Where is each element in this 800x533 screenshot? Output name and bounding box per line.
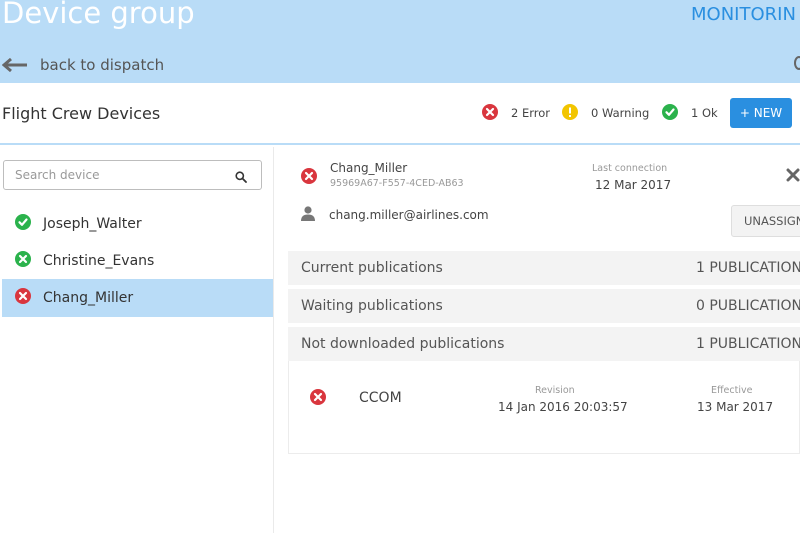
- not-downloaded-publications-row[interactable]: Not downloaded publications 1 PUBLICATIO…: [288, 327, 800, 361]
- waiting-publications-label: Waiting publications: [301, 298, 443, 314]
- device-list-item[interactable]: Joseph_Walter: [2, 205, 273, 243]
- current-publications-count: 1 PUBLICATION: [696, 260, 800, 276]
- page-title: Device group: [2, 0, 195, 30]
- device-id: 95969A67-F557-4CED-AB63: [330, 178, 464, 189]
- error-icon: [15, 288, 31, 308]
- back-link-label: back to dispatch: [40, 56, 165, 74]
- publication-name: CCOM: [359, 390, 402, 406]
- waiting-publications-count: 0 PUBLICATION: [696, 298, 800, 314]
- error-icon: [301, 168, 317, 188]
- last-connection-date: 12 Mar 2017: [595, 178, 672, 192]
- device-name: Joseph_Walter: [43, 216, 142, 232]
- error-icon: [482, 103, 498, 123]
- error-icon: [310, 389, 326, 409]
- not-downloaded-publications-count: 1 PUBLICATION: [696, 336, 800, 352]
- last-connection-label: Last connection: [592, 163, 668, 174]
- group-toolbar: Flight Crew Devices 2 Error 0 Warning 1 …: [0, 83, 800, 145]
- device-sidebar: Joseph_Walter Christine_Evans Chang_Mill…: [0, 147, 274, 533]
- device-detail-name: Chang_Miller: [330, 161, 408, 175]
- warning-count: 0 Warning: [562, 103, 650, 123]
- effective-label: Effective: [711, 385, 753, 396]
- current-publications-label: Current publications: [301, 260, 443, 276]
- device-name: Chang_Miller: [43, 290, 134, 306]
- new-button[interactable]: + NEW: [730, 98, 792, 128]
- back-to-dispatch-link[interactable]: back to dispatch: [2, 55, 164, 75]
- cut-off-icon[interactable]: [794, 56, 800, 70]
- device-email: chang.miller@airlines.com: [329, 208, 489, 222]
- group-name: Flight Crew Devices: [2, 104, 161, 123]
- check-icon: [15, 214, 31, 234]
- user-icon: [301, 206, 315, 225]
- revision-label: Revision: [535, 385, 575, 396]
- search-box: [3, 160, 262, 190]
- not-downloaded-publications-label: Not downloaded publications: [301, 336, 505, 352]
- current-publications-row[interactable]: Current publications 1 PUBLICATION: [288, 251, 800, 285]
- ok-count-label: 1 Ok: [691, 106, 718, 120]
- app-header: Device group MONITORIN back to dispatch: [0, 0, 800, 83]
- check-x-icon: [15, 251, 31, 271]
- error-count: 2 Error: [482, 103, 551, 123]
- close-icon[interactable]: [786, 167, 800, 186]
- search-input[interactable]: [13, 167, 227, 183]
- arrow-left-icon: [2, 55, 30, 75]
- effective-value: 13 Mar 2017: [697, 400, 774, 414]
- check-icon: [662, 103, 678, 123]
- waiting-publications-row[interactable]: Waiting publications 0 PUBLICATION: [288, 289, 800, 323]
- monitoring-link[interactable]: MONITORIN: [691, 4, 796, 25]
- ok-count: 1 Ok: [662, 103, 718, 123]
- device-detail: Chang_Miller 95969A67-F557-4CED-AB63 Las…: [274, 147, 800, 533]
- device-list-item[interactable]: Christine_Evans: [2, 242, 273, 280]
- publication-list: CCOM Revision 14 Jan 2016 20:03:57 Effec…: [288, 361, 800, 454]
- warning-icon: [562, 103, 578, 123]
- search-icon[interactable]: [235, 168, 247, 187]
- revision-value: 14 Jan 2016 20:03:57: [498, 400, 628, 414]
- unassign-button[interactable]: UNASSIGN: [731, 205, 800, 237]
- device-list-item-selected[interactable]: Chang_Miller: [2, 279, 273, 317]
- warning-count-label: 0 Warning: [591, 106, 650, 120]
- error-count-label: 2 Error: [511, 106, 551, 120]
- device-name: Christine_Evans: [43, 253, 155, 269]
